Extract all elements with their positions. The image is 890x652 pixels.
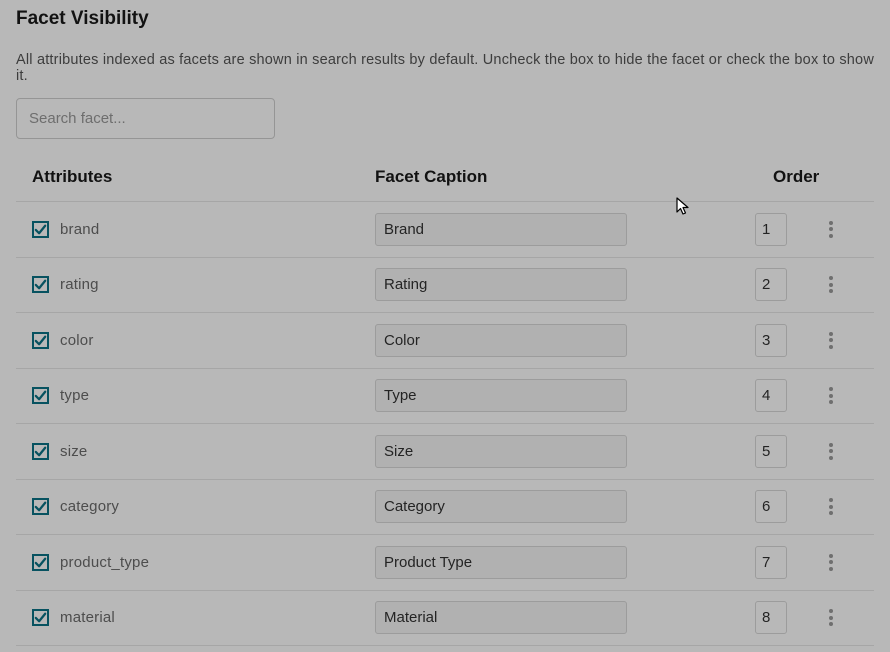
caption-input[interactable]: [375, 213, 627, 246]
order-input[interactable]: [755, 490, 787, 523]
caption-input[interactable]: [375, 546, 627, 579]
kebab-icon: [829, 221, 833, 238]
attribute-name: category: [60, 498, 375, 515]
caption-input[interactable]: [375, 379, 627, 412]
visibility-checkbox[interactable]: [32, 498, 49, 515]
page-title: Facet Visibility: [16, 8, 874, 30]
check-icon: [33, 277, 48, 292]
table-row: material: [16, 591, 874, 647]
column-header-order: Order: [773, 167, 819, 187]
column-header-attributes: Attributes: [32, 167, 375, 187]
order-input[interactable]: [755, 268, 787, 301]
table-row: rating: [16, 258, 874, 314]
table-row: type: [16, 369, 874, 425]
kebab-icon: [829, 609, 833, 626]
row-menu-button[interactable]: [821, 276, 841, 293]
row-menu-button[interactable]: [821, 609, 841, 626]
caption-input[interactable]: [375, 601, 627, 634]
order-input[interactable]: [755, 601, 787, 634]
check-icon: [33, 444, 48, 459]
attribute-name: rating: [60, 276, 375, 293]
row-menu-button[interactable]: [821, 554, 841, 571]
visibility-checkbox[interactable]: [32, 554, 49, 571]
visibility-checkbox[interactable]: [32, 443, 49, 460]
attribute-name: type: [60, 387, 375, 404]
row-menu-button[interactable]: [821, 443, 841, 460]
visibility-checkbox[interactable]: [32, 276, 49, 293]
row-menu-button[interactable]: [821, 332, 841, 349]
attribute-name: product_type: [60, 554, 375, 571]
kebab-icon: [829, 554, 833, 571]
table-body: brand rating color: [16, 201, 874, 646]
kebab-icon: [829, 276, 833, 293]
kebab-icon: [829, 387, 833, 404]
row-menu-button[interactable]: [821, 387, 841, 404]
check-icon: [33, 333, 48, 348]
order-input[interactable]: [755, 546, 787, 579]
table-row: size: [16, 424, 874, 480]
row-menu-button[interactable]: [821, 498, 841, 515]
caption-input[interactable]: [375, 490, 627, 523]
caption-input[interactable]: [375, 268, 627, 301]
check-icon: [33, 388, 48, 403]
table-row: color: [16, 313, 874, 369]
description-text: All attributes indexed as facets are sho…: [16, 52, 874, 84]
attribute-name: material: [60, 609, 375, 626]
table-row: category: [16, 480, 874, 536]
row-menu-button[interactable]: [821, 221, 841, 238]
search-input[interactable]: [16, 98, 275, 139]
order-input[interactable]: [755, 379, 787, 412]
kebab-icon: [829, 498, 833, 515]
order-input[interactable]: [755, 213, 787, 246]
caption-input[interactable]: [375, 324, 627, 357]
caption-input[interactable]: [375, 435, 627, 468]
check-icon: [33, 222, 48, 237]
column-header-caption: Facet Caption: [375, 167, 773, 187]
attribute-name: size: [60, 443, 375, 460]
visibility-checkbox[interactable]: [32, 221, 49, 238]
kebab-icon: [829, 332, 833, 349]
visibility-checkbox[interactable]: [32, 387, 49, 404]
table-row: brand: [16, 202, 874, 258]
visibility-checkbox[interactable]: [32, 332, 49, 349]
order-input[interactable]: [755, 435, 787, 468]
check-icon: [33, 499, 48, 514]
table-header: Attributes Facet Caption Order: [16, 167, 874, 201]
attribute-name: brand: [60, 221, 375, 238]
visibility-checkbox[interactable]: [32, 609, 49, 626]
order-input[interactable]: [755, 324, 787, 357]
kebab-icon: [829, 443, 833, 460]
table-row: product_type: [16, 535, 874, 591]
check-icon: [33, 610, 48, 625]
check-icon: [33, 555, 48, 570]
attribute-name: color: [60, 332, 375, 349]
